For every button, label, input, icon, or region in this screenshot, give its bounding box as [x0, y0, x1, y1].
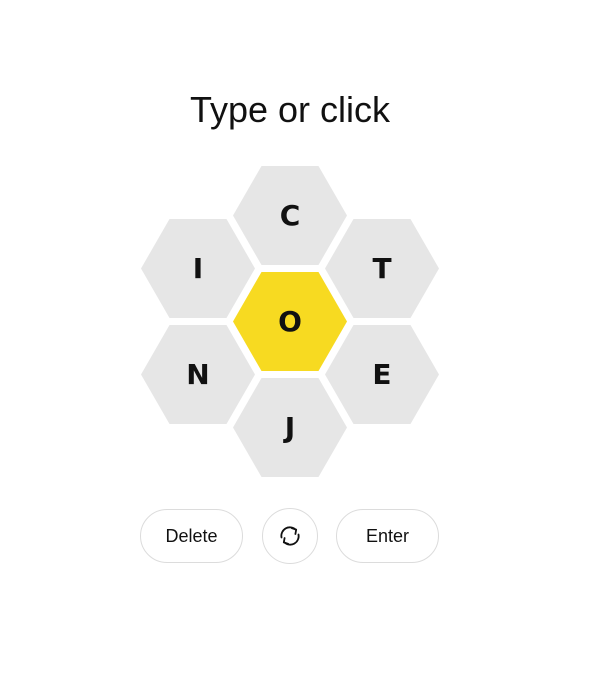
hive-letter: C: [279, 198, 301, 232]
hive-letter: I: [192, 251, 204, 285]
hive-letter: E: [372, 357, 392, 391]
hive-cell-bottom[interactable]: J: [233, 378, 347, 477]
delete-button[interactable]: Delete: [140, 509, 243, 563]
hive-cell-top[interactable]: C: [233, 166, 347, 265]
hive-cell-lower-left[interactable]: N: [141, 325, 255, 424]
enter-button[interactable]: Enter: [336, 509, 439, 563]
hive-center-letter: O: [278, 304, 302, 338]
letter-hive: C I T O N E J: [0, 0, 589, 698]
hive-cell-center[interactable]: O: [233, 272, 347, 371]
hive-letter: N: [186, 357, 210, 391]
hive-cell-lower-right[interactable]: E: [325, 325, 439, 424]
hive-letter: J: [284, 410, 296, 444]
shuffle-button[interactable]: [262, 508, 318, 564]
hive-controls: Delete Enter: [0, 508, 589, 565]
shuffle-icon: [277, 523, 303, 549]
hive-letter: T: [372, 251, 392, 285]
hive-cell-upper-right[interactable]: T: [325, 219, 439, 318]
hive-cell-upper-left[interactable]: I: [141, 219, 255, 318]
